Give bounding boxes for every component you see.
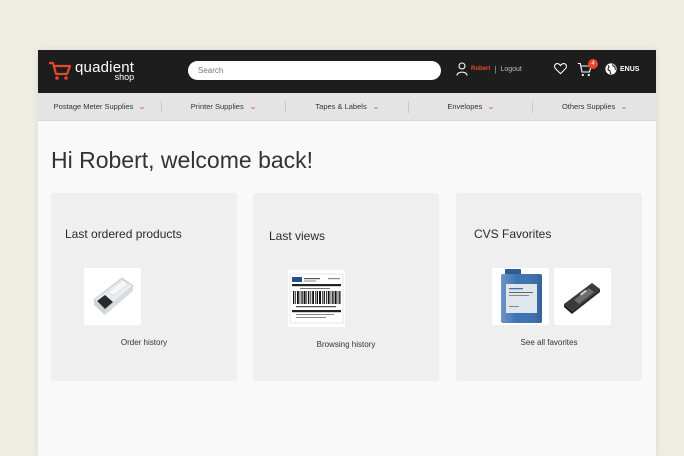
- card-title: Last ordered products: [65, 227, 182, 241]
- globe-icon: [605, 63, 617, 75]
- product-thumbnail[interactable]: [288, 270, 345, 327]
- browsing-history-link[interactable]: Browsing history: [253, 340, 439, 349]
- cart-count-badge: 4: [588, 59, 598, 69]
- heart-icon[interactable]: [554, 62, 567, 75]
- favorite-product-thumbnail[interactable]: [554, 268, 611, 325]
- chevron-down-icon: ⌄: [138, 103, 147, 111]
- shipping-label-image: [289, 273, 344, 324]
- search-input[interactable]: [188, 61, 441, 80]
- logout-link[interactable]: Logout: [500, 66, 521, 73]
- separator: |: [494, 64, 497, 74]
- nav-item-tapes-labels[interactable]: Tapes & Labels ⌄: [286, 100, 410, 113]
- main-content: Hi Robert, welcome back! Last ordered pr…: [38, 121, 656, 456]
- ink-cartridge-image: [93, 277, 134, 315]
- chevron-down-icon: ⌄: [371, 103, 380, 111]
- nav-item-printer-supplies[interactable]: Printer Supplies ⌄: [162, 100, 286, 113]
- nav-item-envelopes[interactable]: Envelopes ⌄: [409, 100, 534, 113]
- user-icon[interactable]: [456, 62, 468, 76]
- cvs-favorites-card: CVS Favorites See all favorites: [456, 193, 642, 381]
- nav-item-others-supplies[interactable]: Others Supplies ⌄: [533, 101, 656, 113]
- user-name[interactable]: Robert: [471, 66, 490, 72]
- order-history-link[interactable]: Order history: [51, 338, 237, 347]
- see-all-favorites-link[interactable]: See all favorites: [456, 338, 642, 347]
- language-label: ENUS: [620, 65, 640, 73]
- chevron-down-icon: ⌄: [248, 103, 257, 111]
- user-area: Robert | Logout: [456, 62, 522, 76]
- card-title: Last views: [269, 229, 326, 243]
- nav-item-postage-meter-supplies[interactable]: Postage Meter Supplies ⌄: [38, 100, 162, 113]
- favorite-product-thumbnail[interactable]: [492, 268, 549, 325]
- product-thumbnail[interactable]: [84, 268, 141, 325]
- chevron-down-icon: ⌄: [620, 103, 629, 111]
- language-selector[interactable]: ENUS: [605, 63, 639, 75]
- chevron-down-icon: ⌄: [487, 103, 496, 111]
- cartridge-image: [564, 283, 600, 314]
- quadient-shop-logo[interactable]: quadient shop: [48, 60, 134, 82]
- category-nav: Postage Meter Supplies ⌄ Printer Supplies…: [38, 93, 656, 121]
- ink-jug-image: [501, 269, 542, 323]
- browser-window: quadient shop Robert | Logout 4: [38, 50, 656, 456]
- last-ordered-products-card: Last ordered products Order history: [51, 193, 237, 381]
- welcome-heading: Hi Robert, welcome back!: [51, 147, 314, 173]
- site-header: quadient shop Robert | Logout 4: [38, 50, 656, 93]
- last-views-card: Last views Browsing history: [253, 193, 439, 381]
- shopping-cart-logo-icon: [49, 61, 72, 80]
- card-title: CVS Favorites: [474, 227, 552, 241]
